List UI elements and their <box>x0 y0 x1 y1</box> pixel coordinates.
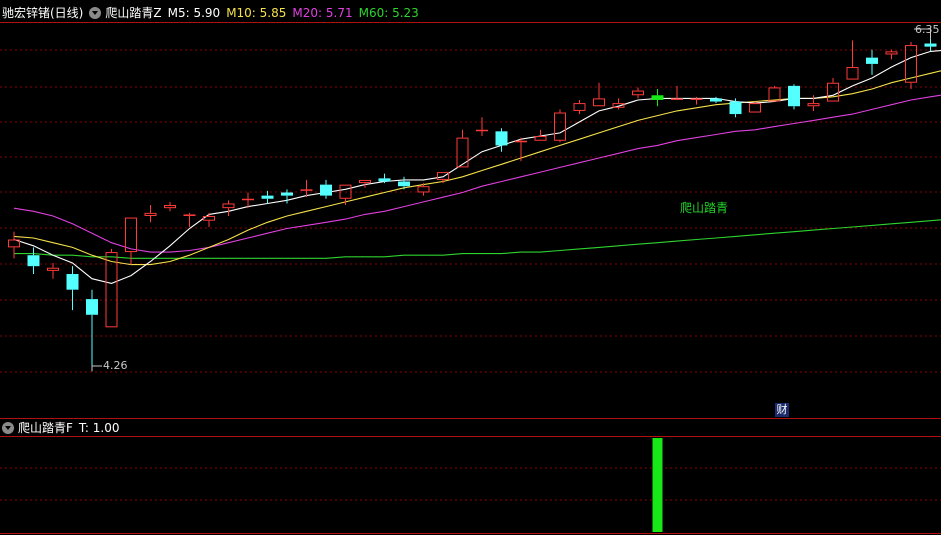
candle-body <box>749 103 761 113</box>
candle <box>866 49 878 75</box>
candle <box>183 212 196 227</box>
sub-indicator-value: T: 1.00 <box>78 421 120 435</box>
candle <box>593 82 605 107</box>
candle-body <box>515 140 527 143</box>
candle-body <box>593 98 605 107</box>
candle-body <box>47 267 59 271</box>
candle-body <box>671 98 683 100</box>
candle-body <box>378 178 391 182</box>
candle-body <box>222 203 235 209</box>
candle <box>320 179 332 199</box>
candle-body <box>690 98 703 100</box>
indicator-dropdown-icon[interactable] <box>89 7 102 19</box>
low-price-label: 4.26 <box>103 359 128 372</box>
candle-body <box>27 255 40 267</box>
sub-indicator-bars <box>652 438 663 532</box>
candle <box>827 78 839 102</box>
candle-body <box>66 274 79 290</box>
candle-body <box>417 186 430 193</box>
candle-body <box>183 214 196 217</box>
candle-body <box>768 87 781 102</box>
candle-body <box>495 131 508 146</box>
sub-header: 爬山踏青F T: 1.00 <box>2 419 126 437</box>
candle-body <box>710 98 722 102</box>
candle <box>144 205 157 223</box>
ma5-label: M5: 5.90 <box>167 6 221 20</box>
ma5-line <box>13 49 941 284</box>
candle <box>749 101 761 113</box>
candle <box>788 84 800 110</box>
candle <box>885 49 898 60</box>
main-header: 驰宏锌锗(日线) 爬山踏青Z M5: 5.90 M10: 5.85 M20: 5… <box>2 4 425 22</box>
stock-name[interactable]: 驰宏锌锗(日线) <box>2 4 83 22</box>
signal-bar <box>652 438 663 532</box>
candle-body <box>632 90 644 96</box>
kline-chart-svg <box>0 22 941 534</box>
high-price-label: 6.35 <box>915 23 940 36</box>
candle-body <box>437 172 449 180</box>
candle-body <box>807 103 820 107</box>
candle <box>66 266 79 311</box>
candlestick-series[interactable] <box>8 38 941 372</box>
candle <box>554 109 566 143</box>
candle-body <box>320 184 332 196</box>
signal-text: 爬山踏青 <box>680 201 729 215</box>
candle-body <box>924 43 937 47</box>
ma10-label: M10: 5.85 <box>226 6 287 20</box>
candle <box>651 88 664 107</box>
candle <box>476 117 488 137</box>
candle <box>222 200 235 216</box>
candle-body <box>359 179 371 184</box>
candle <box>203 212 215 227</box>
sub-indicator-dropdown-icon[interactable] <box>2 422 14 434</box>
candle-body <box>86 299 98 315</box>
candle <box>27 247 40 275</box>
moving-average-lines <box>13 49 941 284</box>
finance-badge[interactable]: 财 <box>775 403 789 417</box>
candle-body <box>866 57 878 64</box>
candle-body <box>164 205 176 209</box>
candle <box>8 231 20 259</box>
candle-body <box>788 85 800 107</box>
candle <box>573 99 586 115</box>
candle-body <box>456 137 469 168</box>
candle <box>164 201 176 212</box>
candle-body <box>144 212 157 216</box>
candle-body <box>651 95 664 100</box>
candle <box>612 98 625 110</box>
candle-body <box>573 103 586 111</box>
sub-indicator-name[interactable]: 爬山踏青F <box>18 419 73 437</box>
price-marks <box>91 28 931 372</box>
ma20-label: M20: 5.71 <box>292 6 353 20</box>
candle-body <box>125 217 137 253</box>
candle-body <box>261 195 274 199</box>
indicator-name[interactable]: 爬山踏青Z <box>105 4 161 22</box>
candle <box>261 190 274 204</box>
candle <box>846 40 859 80</box>
candle <box>495 128 508 152</box>
candle-body <box>300 189 313 191</box>
candle <box>710 96 722 104</box>
candle <box>632 87 644 99</box>
candle <box>905 41 917 89</box>
candle <box>339 184 352 206</box>
candle <box>515 137 527 162</box>
candle <box>924 38 937 52</box>
candle-body <box>827 82 839 102</box>
candle-body <box>729 101 742 115</box>
candle-body <box>846 67 859 80</box>
candle-body <box>281 192 293 196</box>
candle-body <box>398 181 410 187</box>
candle-body <box>885 51 898 55</box>
candle-body <box>242 198 254 201</box>
ma60-label: M60: 5.23 <box>358 6 419 20</box>
candle <box>47 263 59 279</box>
candle-body <box>476 129 488 132</box>
candle-body <box>554 112 566 141</box>
candle <box>86 289 98 372</box>
low-price-leader <box>91 365 102 372</box>
